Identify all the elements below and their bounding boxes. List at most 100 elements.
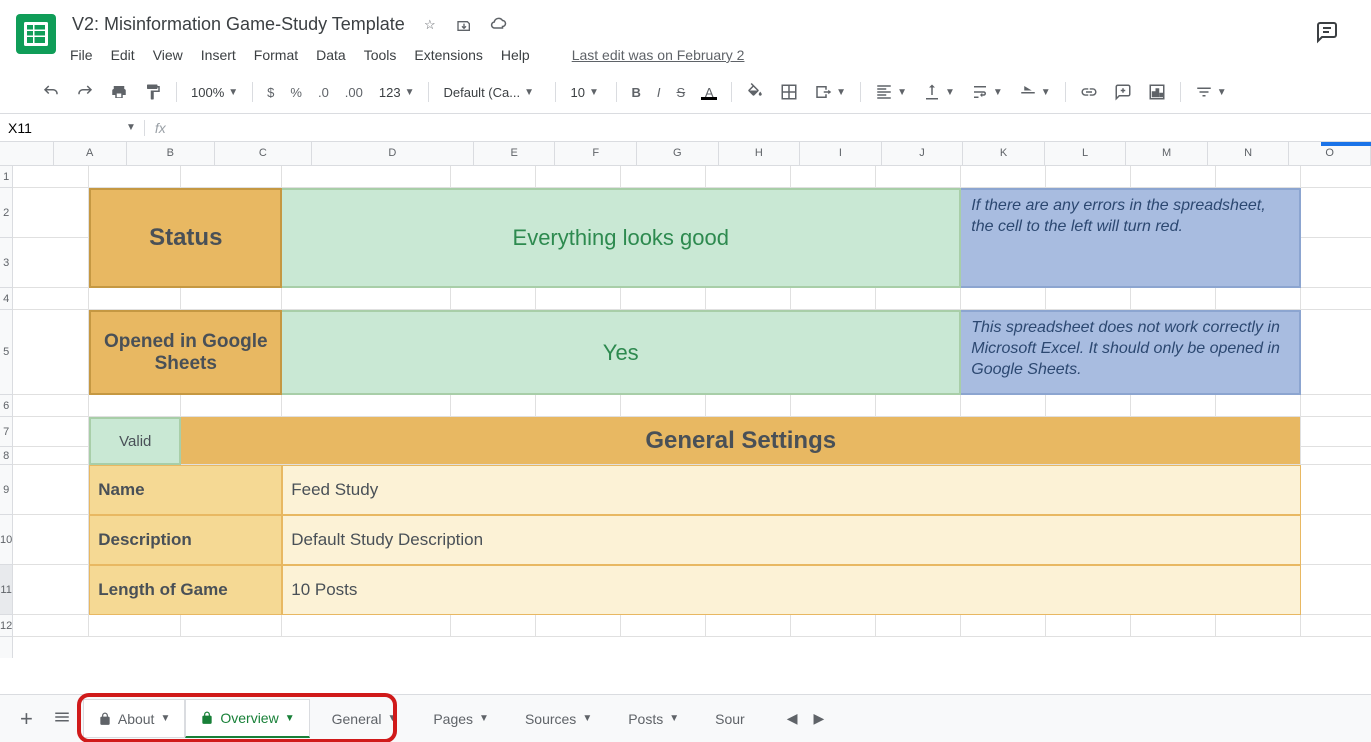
cloud-status-icon[interactable] — [489, 16, 507, 34]
col-header-J[interactable]: J — [882, 142, 964, 165]
col-header-G[interactable]: G — [637, 142, 719, 165]
fontsize-dropdown[interactable]: 10 ▼ — [564, 81, 608, 104]
cell[interactable] — [876, 166, 961, 188]
cell[interactable] — [621, 615, 706, 637]
undo-button[interactable] — [36, 77, 66, 107]
valid-cell[interactable]: Valid — [89, 417, 181, 465]
cell[interactable] — [13, 188, 89, 238]
col-header-I[interactable]: I — [800, 142, 882, 165]
cell[interactable] — [536, 166, 621, 188]
cell[interactable] — [451, 288, 536, 310]
row-header-2[interactable]: 2 — [0, 188, 12, 238]
chevron-down-icon[interactable]: ▼ — [479, 713, 489, 724]
field-label-1[interactable]: Description — [89, 515, 282, 565]
currency-button[interactable]: $ — [261, 79, 280, 106]
borders-button[interactable] — [774, 77, 804, 107]
cell[interactable] — [1216, 615, 1301, 637]
cell[interactable] — [89, 288, 181, 310]
chevron-down-icon[interactable]: ▼ — [160, 713, 170, 724]
cell[interactable] — [961, 166, 1046, 188]
opened-value-cell[interactable]: Yes — [282, 310, 961, 395]
status-label-cell[interactable]: Status — [89, 188, 282, 288]
all-sheets-button[interactable] — [49, 704, 75, 733]
cell[interactable] — [621, 166, 706, 188]
add-sheet-button[interactable]: + — [12, 702, 41, 736]
cell[interactable] — [13, 395, 89, 417]
merge-dropdown[interactable]: ▼ — [808, 79, 852, 105]
strikethrough-button[interactable]: S — [671, 79, 692, 106]
sheet-tab-general[interactable]: General ▼ — [318, 701, 412, 737]
chevron-down-icon[interactable]: ▼ — [669, 713, 679, 724]
cell[interactable] — [1301, 565, 1371, 615]
col-header-L[interactable]: L — [1045, 142, 1127, 165]
cell[interactable] — [706, 288, 791, 310]
star-icon[interactable]: ☆ — [421, 16, 439, 34]
cell[interactable] — [1301, 188, 1371, 238]
menu-view[interactable]: View — [153, 47, 183, 63]
cell[interactable] — [13, 515, 89, 565]
sheet-tab-overview[interactable]: Overview ▼ — [185, 699, 309, 738]
fill-color-button[interactable] — [740, 77, 770, 107]
cell[interactable] — [1216, 166, 1301, 188]
cell[interactable] — [1046, 288, 1131, 310]
general-settings-header[interactable]: General Settings — [181, 417, 1301, 465]
font-dropdown[interactable]: Default (Ca... ▼ — [437, 81, 547, 104]
cell[interactable] — [181, 615, 282, 637]
cell[interactable] — [13, 166, 89, 188]
sheet-tab-source2[interactable]: Sour — [701, 701, 759, 737]
opened-label-cell[interactable]: Opened in Google Sheets — [89, 310, 282, 395]
paint-format-button[interactable] — [138, 77, 168, 107]
cell[interactable] — [13, 417, 89, 447]
cell[interactable] — [89, 395, 181, 417]
sheet-tab-posts[interactable]: Posts ▼ — [614, 701, 693, 737]
sheet-tab-about[interactable]: About ▼ — [83, 699, 186, 738]
menu-format[interactable]: Format — [254, 47, 298, 63]
col-header-K[interactable]: K — [963, 142, 1045, 165]
cell[interactable] — [1301, 238, 1371, 288]
cell[interactable] — [621, 288, 706, 310]
col-header-B[interactable]: B — [127, 142, 215, 165]
cell[interactable] — [181, 395, 282, 417]
cell[interactable] — [1301, 447, 1371, 465]
cell[interactable] — [1046, 615, 1131, 637]
cell[interactable] — [1131, 288, 1216, 310]
col-header-F[interactable]: F — [555, 142, 637, 165]
row-header-8[interactable]: 8 — [0, 447, 12, 465]
cell[interactable] — [876, 615, 961, 637]
status-note-cell[interactable]: If there are any errors in the spreadshe… — [961, 188, 1301, 288]
valign-dropdown[interactable]: ▼ — [917, 79, 961, 105]
cell[interactable] — [451, 395, 536, 417]
field-value-1[interactable]: Default Study Description — [282, 515, 1301, 565]
italic-button[interactable]: I — [651, 79, 667, 106]
decimal-increase-button[interactable]: .00 — [339, 79, 369, 106]
cell[interactable] — [89, 615, 181, 637]
bold-button[interactable]: B — [625, 79, 646, 106]
menu-help[interactable]: Help — [501, 47, 530, 63]
cell[interactable] — [1301, 465, 1371, 515]
col-header-E[interactable]: E — [474, 142, 556, 165]
cell[interactable] — [282, 166, 451, 188]
cell[interactable] — [89, 166, 181, 188]
cell[interactable] — [961, 288, 1046, 310]
halign-dropdown[interactable]: ▼ — [869, 79, 913, 105]
menu-edit[interactable]: Edit — [111, 47, 135, 63]
cell[interactable] — [181, 288, 282, 310]
comment-history-icon[interactable] — [1315, 20, 1339, 44]
sheet-tab-pages[interactable]: Pages ▼ — [419, 701, 503, 737]
name-box[interactable] — [0, 120, 118, 136]
rotation-dropdown[interactable]: ▼ — [1013, 79, 1057, 105]
cell[interactable] — [1301, 288, 1371, 310]
namebox-dropdown-icon[interactable]: ▼ — [118, 122, 144, 133]
row-header-9[interactable]: 9 — [0, 465, 12, 515]
cell[interactable] — [536, 615, 621, 637]
col-header-C[interactable]: C — [215, 142, 312, 165]
cell[interactable] — [13, 615, 89, 637]
menu-insert[interactable]: Insert — [201, 47, 236, 63]
cell[interactable] — [1131, 395, 1216, 417]
cell[interactable] — [791, 615, 876, 637]
spreadsheet-grid[interactable]: ABCDEFGHIJKLMNO 123456789101112 StatusEv… — [0, 142, 1371, 658]
col-header-M[interactable]: M — [1126, 142, 1208, 165]
move-icon[interactable] — [455, 16, 473, 34]
tab-scroll-right[interactable]: ▶ — [814, 710, 825, 727]
col-header-A[interactable]: A — [54, 142, 127, 165]
